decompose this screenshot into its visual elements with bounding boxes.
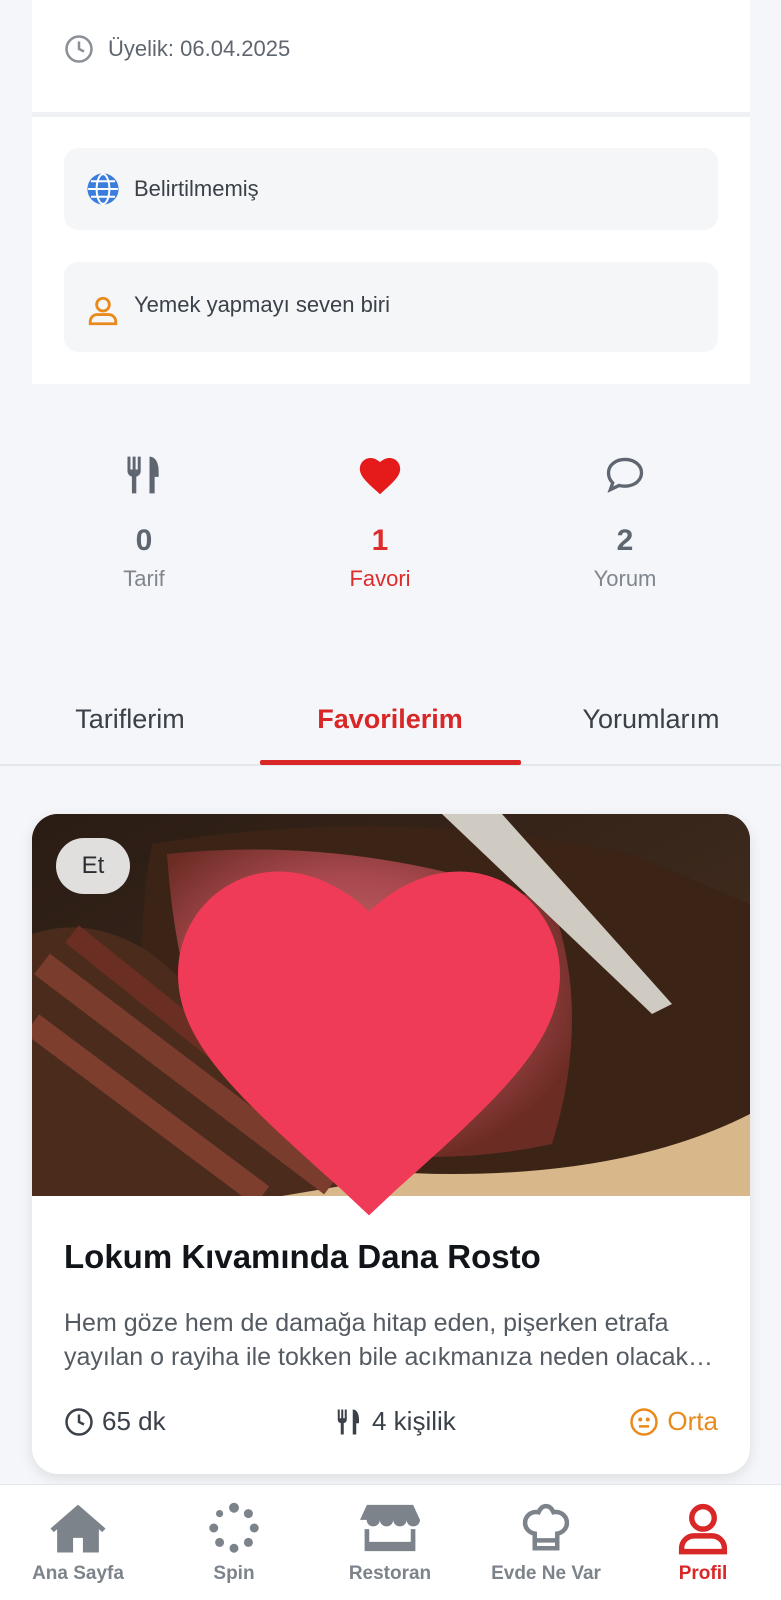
neutral-face-icon bbox=[630, 1407, 659, 1436]
utensils-icon bbox=[127, 456, 159, 494]
recipe-meta: 65 dk 4 kişilik Orta bbox=[64, 1406, 718, 1446]
stat-comments-value: 2 bbox=[616, 524, 634, 557]
tab-favorites[interactable]: Favorilerim bbox=[260, 686, 520, 764]
utensils-icon bbox=[337, 1409, 359, 1434]
user-icon bbox=[678, 1503, 728, 1555]
home-icon bbox=[50, 1504, 106, 1553]
tab-recipes[interactable]: Tariflerim bbox=[0, 686, 260, 764]
user-icon bbox=[88, 296, 118, 326]
stat-comments[interactable]: 2 Yorum bbox=[525, 450, 725, 592]
website-field: Belirtilmemiş bbox=[64, 148, 718, 230]
meta-time: 65 dk bbox=[64, 1406, 166, 1437]
profile-stats: 0 Tarif 1 Favori 2 Yorum bbox=[0, 450, 781, 600]
stat-favorites-label: Favori bbox=[349, 566, 411, 591]
nav-spin[interactable]: Spin bbox=[156, 1499, 312, 1585]
nav-home-label: Ana Sayfa bbox=[32, 1563, 124, 1584]
nav-restaurant-label: Restoran bbox=[348, 1563, 432, 1584]
clock-icon bbox=[65, 35, 93, 63]
recipe-title: Lokum Kıvamında Dana Rosto bbox=[64, 1238, 541, 1275]
chef-hat-icon bbox=[522, 1503, 570, 1551]
member-since-row: Üyelik: 06.04.2025 bbox=[64, 33, 290, 65]
profile-tabs: Tariflerim Favorilerim Yorumlarım bbox=[0, 686, 781, 766]
comment-icon bbox=[606, 457, 644, 493]
store-icon bbox=[360, 1504, 420, 1552]
stat-favorites[interactable]: 1 Favori bbox=[280, 450, 480, 592]
stat-favorites-value: 1 bbox=[371, 524, 389, 557]
member-since-text: Üyelik: 06.04.2025 bbox=[108, 36, 291, 61]
nav-profile[interactable]: Profil bbox=[625, 1499, 781, 1585]
recipe-image[interactable]: Et bbox=[32, 814, 750, 1216]
nav-fridge[interactable]: Evde Ne Var bbox=[468, 1499, 624, 1585]
active-tab-indicator bbox=[260, 760, 521, 765]
stat-recipes-value: 0 bbox=[135, 524, 153, 557]
recipe-card[interactable]: Et Lokum Kıvamında Dana Rosto Hem göze h… bbox=[32, 814, 750, 1474]
stat-recipes-label: Tarif bbox=[123, 566, 165, 591]
nav-fridge-label: Evde Ne Var bbox=[491, 1563, 601, 1584]
nav-restaurant[interactable]: Restoran bbox=[312, 1499, 468, 1585]
tab-comments[interactable]: Yorumlarım bbox=[521, 686, 781, 764]
profile-info-card: Üyelik: 06.04.2025 Belirtilmemiş Yemek y… bbox=[32, 0, 750, 384]
meta-difficulty-text: Orta bbox=[667, 1406, 718, 1436]
globe-icon bbox=[87, 173, 119, 205]
nav-spin-label: Spin bbox=[213, 1563, 255, 1584]
bio-field: Yemek yapmayı seven biri bbox=[64, 262, 718, 352]
bio-text: Yemek yapmayı seven biri bbox=[134, 292, 390, 317]
meta-servings-text: 4 kişilik bbox=[372, 1406, 456, 1436]
website-text: Belirtilmemiş bbox=[134, 176, 259, 201]
meta-difficulty: Orta bbox=[629, 1406, 718, 1437]
heart-icon bbox=[359, 457, 401, 495]
nav-profile-label: Profil bbox=[678, 1563, 728, 1584]
nav-home[interactable]: Ana Sayfa bbox=[0, 1499, 156, 1585]
favorite-heart-icon[interactable] bbox=[32, 842, 728, 1224]
meta-servings: 4 kişilik bbox=[334, 1406, 456, 1437]
bottom-nav: Ana Sayfa Spin Restoran Evde Ne Var Prof… bbox=[0, 1484, 781, 1600]
divider bbox=[32, 112, 750, 117]
spinner-icon bbox=[209, 1502, 259, 1553]
stat-recipes[interactable]: 0 Tarif bbox=[44, 450, 244, 592]
recipe-description: Hem göze hem de damağa hitap eden, pişer… bbox=[64, 1309, 688, 1371]
clock-icon bbox=[65, 1407, 93, 1436]
meta-time-text: 65 dk bbox=[102, 1406, 166, 1436]
stat-comments-label: Yorum bbox=[593, 566, 657, 591]
